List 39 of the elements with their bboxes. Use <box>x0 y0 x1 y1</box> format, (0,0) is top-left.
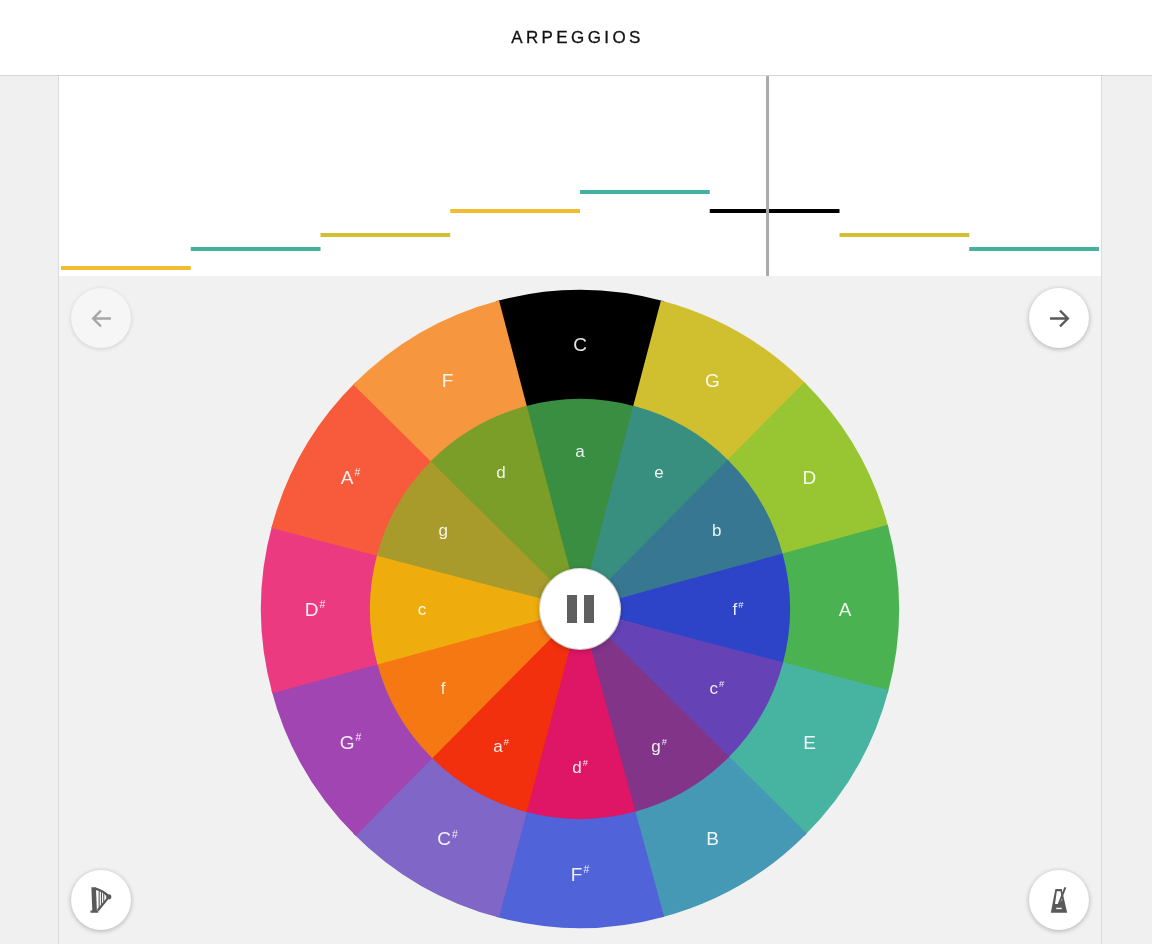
chord-label: c <box>417 600 427 618</box>
chord-label: D$^{#}$ <box>304 599 326 619</box>
chord-label: d <box>496 463 506 481</box>
chord-label: C$^{#}$ <box>437 829 458 848</box>
chord-label: f <box>440 679 446 697</box>
chord-label: d$^{#}$ <box>572 758 588 776</box>
major-chord-segment[interactable] <box>633 300 807 462</box>
app-title: ARPEGGIOS <box>510 27 644 48</box>
chord-label: a$^{#}$ <box>493 737 509 755</box>
chord-label: b <box>712 521 722 539</box>
major-chord-segment[interactable] <box>633 756 807 918</box>
arrow-right-icon <box>1048 308 1070 328</box>
minor-chord-segment[interactable] <box>608 459 784 599</box>
harp-button[interactable] <box>71 870 131 930</box>
chord-label: D <box>802 467 817 486</box>
chord-label: c$^{#}$ <box>709 679 725 697</box>
minor-chord-segment[interactable] <box>608 619 784 759</box>
pause-icon <box>566 595 594 623</box>
chord-label: C <box>573 334 587 354</box>
metronome-icon <box>1049 886 1069 914</box>
chord-label: E <box>803 732 816 751</box>
metronome-button[interactable] <box>1029 870 1089 930</box>
chord-label: F$^{#}$ <box>570 864 590 884</box>
chord-label: g <box>438 521 448 539</box>
harp-icon <box>90 886 112 914</box>
chord-label: B <box>706 829 719 848</box>
major-chord-segment[interactable] <box>727 662 889 836</box>
chord-label: g$^{#}$ <box>651 737 667 755</box>
arrow-left-icon <box>90 308 112 328</box>
next-button[interactable] <box>1029 288 1089 348</box>
chord-label: F <box>441 370 454 389</box>
major-chord-segment[interactable] <box>353 300 527 462</box>
chord-label: G$^{#}$ <box>339 732 362 751</box>
chord-label: f$^{#}$ <box>732 600 744 618</box>
chord-label: A$^{#}$ <box>340 467 361 486</box>
chord-label: a <box>575 442 585 460</box>
chord-label: G <box>705 370 720 389</box>
chord-label: A <box>838 599 852 619</box>
chord-label: e <box>654 463 664 481</box>
